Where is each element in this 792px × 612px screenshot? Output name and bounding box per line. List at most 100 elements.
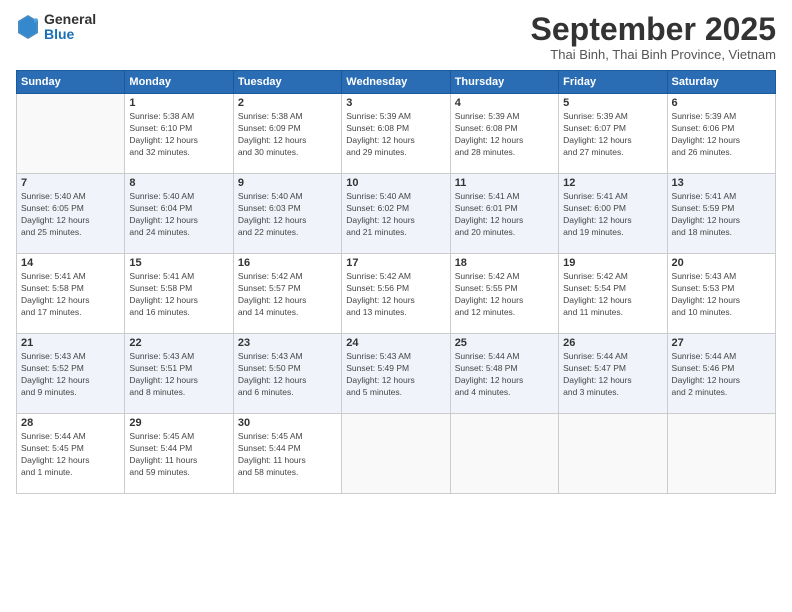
header-row: Sunday Monday Tuesday Wednesday Thursday…	[17, 71, 776, 94]
day-info: Sunrise: 5:44 AM Sunset: 5:47 PM Dayligh…	[563, 351, 662, 399]
day-number: 26	[563, 337, 662, 349]
table-row: 24Sunrise: 5:43 AM Sunset: 5:49 PM Dayli…	[342, 334, 450, 414]
logo-blue-text: Blue	[44, 27, 96, 42]
header: General Blue September 2025 Thai Binh, T…	[16, 12, 776, 62]
day-info: Sunrise: 5:42 AM Sunset: 5:55 PM Dayligh…	[455, 271, 554, 319]
day-number: 11	[455, 177, 554, 189]
page: General Blue September 2025 Thai Binh, T…	[0, 0, 792, 612]
calendar-week-4: 21 Sunrise: 5:43 AM Sunset: 5:52 PM Dayli…	[17, 334, 776, 414]
logo-general-text: General	[44, 12, 96, 27]
table-row: 10Sunrise: 5:40 AM Sunset: 6:02 PM Dayli…	[342, 174, 450, 254]
table-row: 23 Sunrise: 5:43 AM Sunset: 5:50 PM Dayli…	[233, 334, 341, 414]
table-row	[559, 414, 667, 494]
table-row	[17, 94, 125, 174]
col-wednesday: Wednesday	[342, 71, 450, 94]
table-row: 13Sunrise: 5:41 AM Sunset: 5:59 PM Dayli…	[667, 174, 775, 254]
table-row: 27 Sunrise: 5:44 AM Sunset: 5:46 PM Dayli…	[667, 334, 775, 414]
day-info: Sunrise: 5:40 AM Sunset: 6:03 PM Dayligh…	[238, 191, 337, 239]
day-number: 20	[672, 257, 771, 269]
day-number: 5	[563, 97, 662, 109]
day-info: Sunrise: 5:44 AM Sunset: 5:46 PM Dayligh…	[672, 351, 771, 399]
table-row: 14 Sunrise: 5:41 AM Sunset: 5:58 PM Dayli…	[17, 254, 125, 334]
day-number: 22	[129, 337, 228, 349]
day-info: Sunrise: 5:42 AM Sunset: 5:54 PM Dayligh…	[563, 271, 662, 319]
calendar-week-5: 28 Sunrise: 5:44 AM Sunset: 5:45 PM Dayli…	[17, 414, 776, 494]
day-info: Sunrise: 5:39 AM Sunset: 6:06 PM Dayligh…	[672, 111, 771, 159]
day-info: Sunrise: 5:45 AM Sunset: 5:44 PM Dayligh…	[129, 431, 228, 479]
calendar-week-3: 14 Sunrise: 5:41 AM Sunset: 5:58 PM Dayli…	[17, 254, 776, 334]
logo-text: General Blue	[44, 12, 96, 43]
day-info: Sunrise: 5:44 AM Sunset: 5:45 PM Dayligh…	[21, 431, 120, 479]
day-number: 4	[455, 97, 554, 109]
day-info: Sunrise: 5:41 AM Sunset: 5:58 PM Dayligh…	[21, 271, 120, 319]
table-row: 7Sunrise: 5:40 AM Sunset: 6:05 PM Daylig…	[17, 174, 125, 254]
col-thursday: Thursday	[450, 71, 558, 94]
table-row: 20 Sunrise: 5:43 AM Sunset: 5:53 PM Dayli…	[667, 254, 775, 334]
day-number: 9	[238, 177, 337, 189]
calendar-week-2: 7Sunrise: 5:40 AM Sunset: 6:05 PM Daylig…	[17, 174, 776, 254]
day-number: 27	[672, 337, 771, 349]
day-info: Sunrise: 5:41 AM Sunset: 6:01 PM Dayligh…	[455, 191, 554, 239]
table-row: 18 Sunrise: 5:42 AM Sunset: 5:55 PM Dayli…	[450, 254, 558, 334]
day-info: Sunrise: 5:43 AM Sunset: 5:52 PM Dayligh…	[21, 351, 120, 399]
day-number: 28	[21, 417, 120, 429]
day-info: Sunrise: 5:43 AM Sunset: 5:50 PM Dayligh…	[238, 351, 337, 399]
table-row	[342, 414, 450, 494]
table-row: 2 Sunrise: 5:38 AM Sunset: 6:09 PM Daylig…	[233, 94, 341, 174]
day-info: Sunrise: 5:40 AM Sunset: 6:04 PM Dayligh…	[129, 191, 228, 239]
day-info: Sunrise: 5:42 AM Sunset: 5:57 PM Dayligh…	[238, 271, 337, 319]
day-number: 23	[238, 337, 337, 349]
table-row: 30Sunrise: 5:45 AM Sunset: 5:44 PM Dayli…	[233, 414, 341, 494]
table-row: 17 Sunrise: 5:42 AM Sunset: 5:56 PM Dayli…	[342, 254, 450, 334]
day-number: 21	[21, 337, 120, 349]
day-number: 8	[129, 177, 228, 189]
table-row: 11 Sunrise: 5:41 AM Sunset: 6:01 PM Dayli…	[450, 174, 558, 254]
col-saturday: Saturday	[667, 71, 775, 94]
day-info: Sunrise: 5:44 AM Sunset: 5:48 PM Dayligh…	[455, 351, 554, 399]
day-info: Sunrise: 5:43 AM Sunset: 5:51 PM Dayligh…	[129, 351, 228, 399]
day-number: 2	[238, 97, 337, 109]
table-row: 21 Sunrise: 5:43 AM Sunset: 5:52 PM Dayli…	[17, 334, 125, 414]
table-row: 28 Sunrise: 5:44 AM Sunset: 5:45 PM Dayli…	[17, 414, 125, 494]
day-info: Sunrise: 5:39 AM Sunset: 6:08 PM Dayligh…	[455, 111, 554, 159]
table-row: 22 Sunrise: 5:43 AM Sunset: 5:51 PM Dayli…	[125, 334, 233, 414]
table-row: 1 Sunrise: 5:38 AM Sunset: 6:10 PM Daylig…	[125, 94, 233, 174]
day-number: 13	[672, 177, 771, 189]
day-info: Sunrise: 5:38 AM Sunset: 6:09 PM Dayligh…	[238, 111, 337, 159]
day-info: Sunrise: 5:38 AM Sunset: 6:10 PM Dayligh…	[129, 111, 228, 159]
day-info: Sunrise: 5:45 AM Sunset: 5:44 PM Dayligh…	[238, 431, 337, 479]
table-row: 19 Sunrise: 5:42 AM Sunset: 5:54 PM Dayli…	[559, 254, 667, 334]
day-number: 1	[129, 97, 228, 109]
day-number: 7	[21, 177, 120, 189]
day-info: Sunrise: 5:41 AM Sunset: 5:58 PM Dayligh…	[129, 271, 228, 319]
col-tuesday: Tuesday	[233, 71, 341, 94]
day-info: Sunrise: 5:41 AM Sunset: 6:00 PM Dayligh…	[563, 191, 662, 239]
day-info: Sunrise: 5:43 AM Sunset: 5:53 PM Dayligh…	[672, 271, 771, 319]
day-number: 18	[455, 257, 554, 269]
day-number: 12	[563, 177, 662, 189]
table-row: 4 Sunrise: 5:39 AM Sunset: 6:08 PM Daylig…	[450, 94, 558, 174]
day-number: 19	[563, 257, 662, 269]
table-row: 5Sunrise: 5:39 AM Sunset: 6:07 PM Daylig…	[559, 94, 667, 174]
table-row: 3 Sunrise: 5:39 AM Sunset: 6:08 PM Daylig…	[342, 94, 450, 174]
calendar-week-1: 1 Sunrise: 5:38 AM Sunset: 6:10 PM Daylig…	[17, 94, 776, 174]
table-row: 29 Sunrise: 5:45 AM Sunset: 5:44 PM Dayli…	[125, 414, 233, 494]
day-info: Sunrise: 5:40 AM Sunset: 6:02 PM Dayligh…	[346, 191, 445, 239]
day-number: 17	[346, 257, 445, 269]
day-number: 14	[21, 257, 120, 269]
table-row: 26 Sunrise: 5:44 AM Sunset: 5:47 PM Dayli…	[559, 334, 667, 414]
table-row	[450, 414, 558, 494]
day-info: Sunrise: 5:39 AM Sunset: 6:08 PM Dayligh…	[346, 111, 445, 159]
day-number: 29	[129, 417, 228, 429]
day-number: 24	[346, 337, 445, 349]
col-sunday: Sunday	[17, 71, 125, 94]
day-info: Sunrise: 5:42 AM Sunset: 5:56 PM Dayligh…	[346, 271, 445, 319]
day-number: 3	[346, 97, 445, 109]
day-number: 16	[238, 257, 337, 269]
month-title: September 2025	[531, 12, 776, 47]
day-number: 15	[129, 257, 228, 269]
day-number: 25	[455, 337, 554, 349]
table-row	[667, 414, 775, 494]
table-row: 6Sunrise: 5:39 AM Sunset: 6:06 PM Daylig…	[667, 94, 775, 174]
table-row: 12 Sunrise: 5:41 AM Sunset: 6:00 PM Dayli…	[559, 174, 667, 254]
